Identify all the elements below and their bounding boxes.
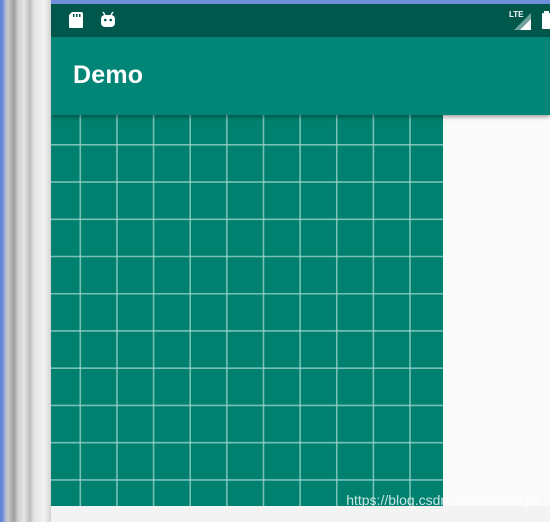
sd-card-icon (69, 12, 83, 28)
grid-canvas (51, 115, 443, 506)
status-bar: LTE (51, 4, 550, 37)
app-title: Demo (73, 61, 144, 89)
battery-icon (542, 11, 550, 29)
grid-view (51, 115, 443, 506)
emulator-window: LTE Demo https://blog.csdn.net/liulanzai… (0, 0, 550, 522)
android-debug-icon (101, 11, 115, 27)
network-type-label: LTE (509, 10, 524, 19)
lte-signal-icon: LTE (509, 10, 531, 30)
window-left-frame (0, 0, 51, 522)
phone-screen: LTE Demo https://blog.csdn.net/liulanzai… (51, 4, 550, 522)
app-bar: Demo (51, 37, 550, 115)
bottom-blank-area (51, 506, 550, 522)
watermark-text: https://blog.csdn.net/liulanzaijia (346, 492, 540, 508)
